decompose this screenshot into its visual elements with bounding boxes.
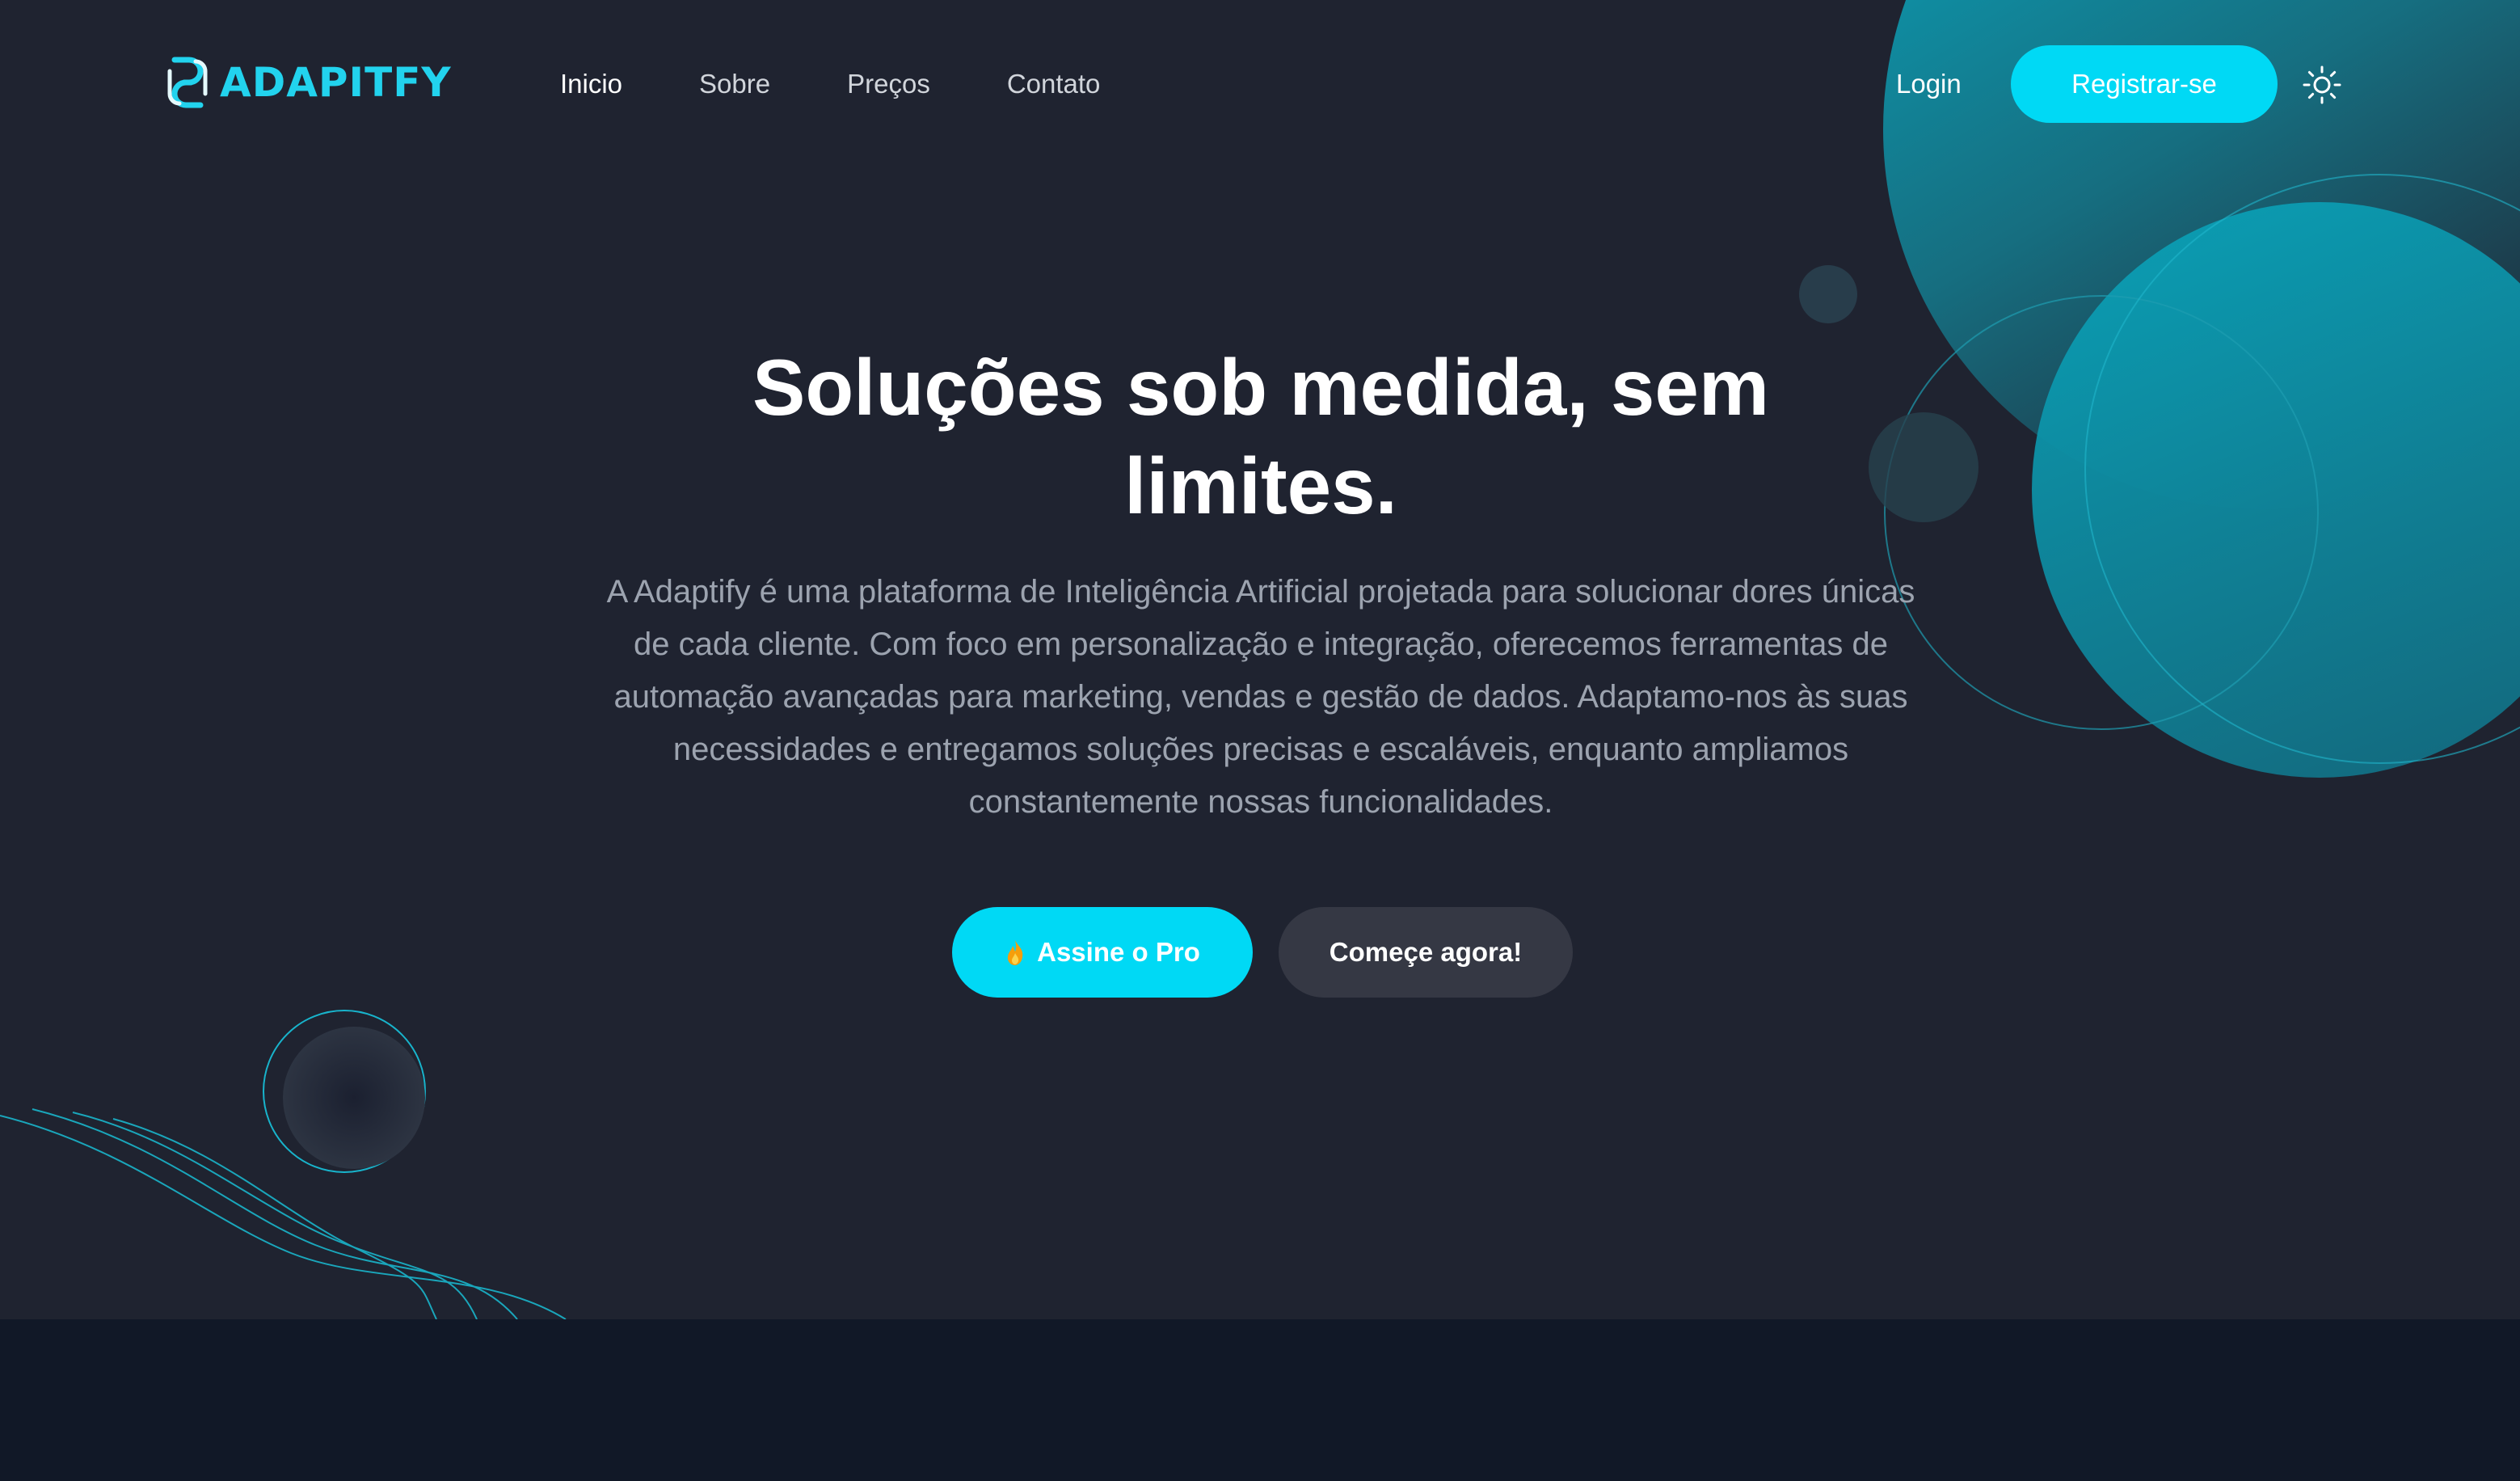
nav-links: Inicio Sobre Preços Contato (560, 61, 1177, 107)
register-button[interactable]: Registrar-se (2011, 45, 2278, 123)
decor-orb-ring (263, 1010, 426, 1173)
subscribe-pro-button[interactable]: Assine o Pro (952, 907, 1253, 998)
navbar: ADAPITFY Inicio Sobre Preços Contato Log… (0, 0, 2520, 167)
get-started-button[interactable]: Começe agora! (1279, 907, 1573, 998)
decor-wave-line (0, 1115, 567, 1319)
decor-wave-line (112, 1118, 437, 1319)
decor-ring (2084, 174, 2520, 764)
cta-row: Assine o Pro Começe agora! (952, 907, 1573, 998)
decor-orb (283, 1027, 425, 1169)
hero-section: ADAPITFY Inicio Sobre Preços Contato Log… (0, 0, 2520, 1319)
hero-description: A Adaptify é uma plataforma de Inteligên… (606, 574, 1915, 820)
nav-link-sobre[interactable]: Sobre (699, 61, 770, 107)
decor-ring (1884, 295, 2319, 730)
sun-icon (2303, 65, 2341, 104)
decor-mid-circle (2032, 202, 2520, 778)
logo[interactable]: ADAPITFY (158, 50, 452, 115)
flame-icon (1007, 940, 1023, 965)
decor-wave-line (32, 1108, 518, 1319)
hero-title: Soluções sob medida, sem limites. (614, 338, 1907, 535)
login-link[interactable]: Login (1896, 61, 1962, 107)
next-section-band (0, 1319, 2520, 1481)
nav-link-inicio[interactable]: Inicio (560, 61, 622, 107)
subscribe-pro-label: Assine o Pro (1037, 937, 1200, 967)
decor-wave-line (72, 1112, 478, 1319)
logo-text: ADAPITFY (220, 59, 452, 106)
hero-title-line2: limites. (1124, 441, 1397, 530)
nav-link-precos[interactable]: Preços (847, 61, 930, 107)
decor-small-dot (1799, 265, 1857, 323)
theme-toggle-button[interactable] (2302, 65, 2342, 105)
logo-icon (167, 57, 208, 108)
nav-link-contato[interactable]: Contato (1007, 61, 1101, 107)
hero-title-line1: Soluções sob medida, sem (752, 343, 1770, 432)
